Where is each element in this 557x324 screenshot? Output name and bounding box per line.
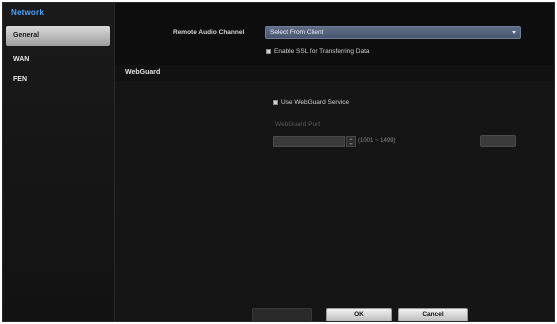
checkbox-checked-icon: [273, 100, 278, 105]
main-panel: Remote Audio Channel Select From Client …: [115, 3, 554, 321]
sidebar-item-fen[interactable]: FEN: [6, 70, 110, 90]
network-settings-window: Network General WAN FEN Remote Audio Cha…: [2, 2, 555, 322]
sidebar-title: Network: [11, 8, 44, 17]
sidebar-item-wan[interactable]: WAN: [6, 50, 110, 70]
use-webguard-checkbox[interactable]: Use WebGuard Service: [273, 99, 349, 106]
webguard-section-title: WebGuard: [125, 69, 161, 76]
cancel-button[interactable]: Cancel: [398, 308, 468, 321]
remote-audio-label: Remote Audio Channel: [173, 29, 245, 36]
chevron-down-icon: [512, 31, 516, 34]
apply-button[interactable]: [252, 308, 312, 321]
spin-up-icon: [349, 138, 353, 140]
webguard-section: [115, 81, 554, 321]
remote-audio-value: Select From Client: [270, 29, 324, 36]
webguard-action-button[interactable]: [480, 135, 516, 147]
webguard-port-label: WebGuard Port: [275, 121, 321, 128]
webguard-port-range: (1001 ~ 1499): [358, 138, 396, 144]
sidebar: Network General WAN FEN: [3, 3, 115, 321]
ssl-checkbox-label: Enable SSL for Transferring Data: [274, 48, 370, 55]
ok-button[interactable]: OK: [326, 308, 392, 321]
webguard-port-spinner[interactable]: [346, 136, 356, 147]
sidebar-item-general[interactable]: General: [6, 26, 110, 46]
webguard-port-input[interactable]: [273, 136, 345, 147]
spin-down-icon: [349, 143, 353, 145]
checkbox-checked-icon: [266, 49, 271, 54]
ssl-checkbox[interactable]: Enable SSL for Transferring Data: [266, 48, 370, 55]
remote-audio-select[interactable]: Select From Client: [265, 26, 521, 39]
use-webguard-label: Use WebGuard Service: [281, 99, 350, 106]
